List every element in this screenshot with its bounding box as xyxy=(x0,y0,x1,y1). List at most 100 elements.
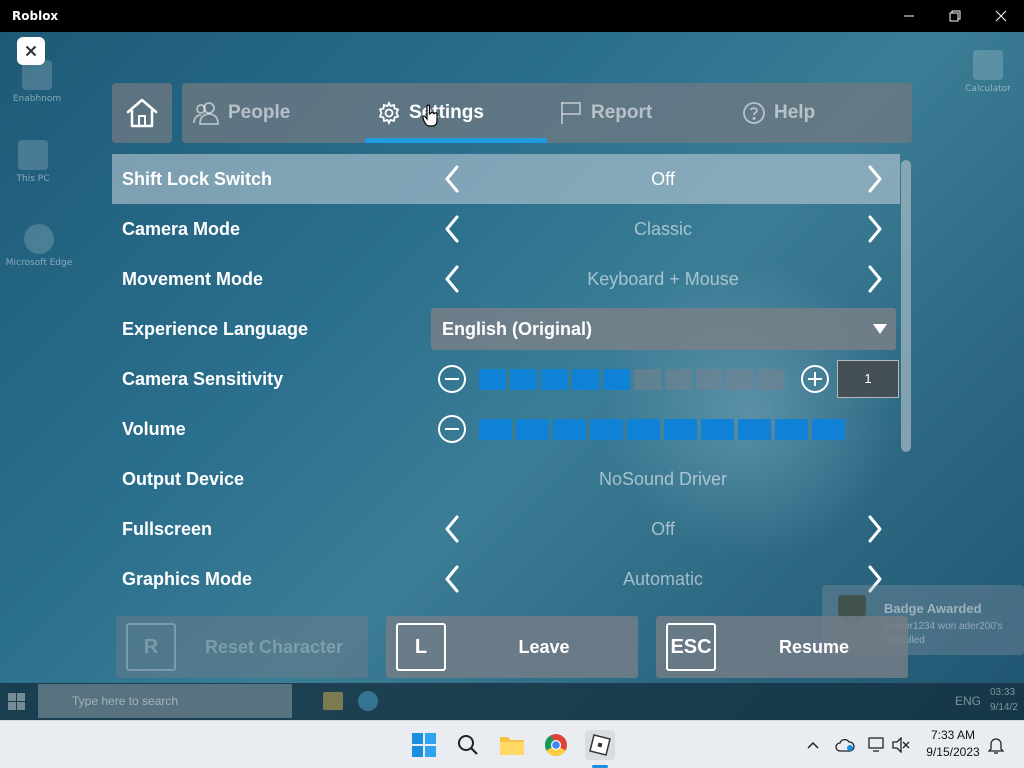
chevron-right-icon xyxy=(868,215,882,243)
slider-step[interactable] xyxy=(812,419,845,440)
notifications-button[interactable] xyxy=(986,735,1006,755)
show-hidden-icons-button[interactable] xyxy=(803,735,823,755)
speaker-muted-icon xyxy=(892,737,910,753)
slider-step[interactable] xyxy=(738,419,771,440)
setting-row-shift-lock[interactable]: Shift Lock Switch Off xyxy=(112,154,900,204)
windows-start-icon xyxy=(8,693,25,710)
caret-down-icon xyxy=(873,324,887,334)
setting-label: Movement Mode xyxy=(122,269,264,289)
folder-icon xyxy=(323,692,343,710)
setting-row-volume: Volume xyxy=(112,404,900,454)
settings-scrollbar[interactable] xyxy=(901,160,911,452)
slider-step[interactable] xyxy=(627,419,660,440)
setting-label: Volume xyxy=(122,419,186,439)
slider-step[interactable] xyxy=(572,369,599,390)
language-dropdown[interactable]: English (Original) xyxy=(431,308,896,350)
desktop-icon: Enabhnom xyxy=(2,60,72,104)
setting-value: Classic xyxy=(633,219,692,239)
slider-step[interactable] xyxy=(479,369,506,390)
close-icon xyxy=(995,10,1007,22)
increase-button[interactable] xyxy=(800,364,830,394)
clock-date: 9/15/2023 xyxy=(926,745,980,759)
slider-step[interactable] xyxy=(701,419,734,440)
desktop-icon: Calculator xyxy=(953,50,1023,94)
setting-row-movement-mode[interactable]: Movement Mode Keyboard + Mouse xyxy=(112,254,900,304)
inner-clock-date: 9/14/2 xyxy=(990,702,1018,713)
tab-help[interactable]: Help xyxy=(742,83,815,143)
setting-row-output-device: Output Device NoSound Driver xyxy=(112,454,900,504)
home-button[interactable] xyxy=(112,83,172,143)
slider-step[interactable] xyxy=(553,419,586,440)
system-clock[interactable]: 7:33 AM 9/15/2023 xyxy=(918,727,988,761)
slider-step[interactable] xyxy=(510,369,537,390)
cloud-icon xyxy=(835,738,855,752)
menu-tab-bar: People Settings Report Help xyxy=(182,83,912,143)
reset-character-button[interactable]: R Reset Character xyxy=(116,616,368,678)
setting-value: Off xyxy=(651,169,675,189)
slider-step[interactable] xyxy=(696,369,723,390)
start-button[interactable] xyxy=(409,730,439,760)
button-label: Leave xyxy=(518,637,570,657)
onedrive-button[interactable] xyxy=(835,735,855,755)
file-explorer-button[interactable] xyxy=(497,730,527,760)
setting-label: Output Device xyxy=(122,469,245,489)
slider-step[interactable] xyxy=(758,369,785,390)
button-label: Reset Character xyxy=(204,637,344,657)
slider-step[interactable] xyxy=(479,419,512,440)
hand-cursor-icon xyxy=(422,104,438,127)
roblox-icon xyxy=(589,734,611,756)
close-window-button[interactable] xyxy=(978,0,1024,32)
key-hint: ESC xyxy=(666,623,716,671)
roblox-taskbar-button[interactable] xyxy=(585,730,615,760)
chevron-right-icon xyxy=(868,265,882,293)
close-menu-button[interactable] xyxy=(17,37,45,65)
setting-row-camera-mode[interactable]: Camera Mode Classic xyxy=(112,204,900,254)
inner-search-box: Type here to search xyxy=(38,684,292,718)
setting-row-language: Experience Language English (Original) xyxy=(112,304,900,354)
slider-step[interactable] xyxy=(603,369,630,390)
tab-report[interactable]: Report xyxy=(559,83,652,143)
slider-step[interactable] xyxy=(541,369,568,390)
minimize-button[interactable] xyxy=(886,0,932,32)
slider-step[interactable] xyxy=(634,369,661,390)
close-icon xyxy=(25,45,37,57)
slider-step[interactable] xyxy=(664,419,697,440)
network-button[interactable] xyxy=(867,735,887,755)
chevron-right-icon xyxy=(868,165,882,193)
tab-label: Help xyxy=(774,102,816,123)
tab-people[interactable]: People xyxy=(192,83,290,143)
resume-button[interactable]: ESC Resume xyxy=(656,616,908,678)
restore-button[interactable] xyxy=(932,0,978,32)
slider-step[interactable] xyxy=(665,369,692,390)
desktop-icon-label: Calculator xyxy=(965,84,1011,94)
slider-step[interactable] xyxy=(775,419,808,440)
chrome-button[interactable] xyxy=(541,730,571,760)
taskbar: 7:33 AM 9/15/2023 xyxy=(0,720,1024,768)
setting-row-camera-sensitivity: Camera Sensitivity 1 xyxy=(112,354,900,404)
edge-icon xyxy=(358,691,378,711)
setting-value: Keyboard + Mouse xyxy=(587,269,739,289)
sensitivity-value-input[interactable]: 1 xyxy=(837,360,899,398)
key-hint: R xyxy=(126,623,176,671)
next-option-button[interactable] xyxy=(860,264,890,294)
setting-row-fullscreen[interactable]: Fullscreen Off xyxy=(112,504,900,554)
next-option-button[interactable] xyxy=(860,164,890,194)
search-button[interactable] xyxy=(453,730,483,760)
setting-row-graphics-mode[interactable]: Graphics Mode Automatic xyxy=(112,554,900,604)
next-option-button[interactable] xyxy=(860,214,890,244)
setting-value: NoSound Driver xyxy=(598,469,728,489)
decrease-button[interactable] xyxy=(437,364,467,394)
bell-icon xyxy=(988,738,1004,754)
people-icon xyxy=(193,102,219,125)
next-option-button[interactable] xyxy=(860,514,890,544)
windows-start-icon xyxy=(412,733,436,757)
volume-button[interactable] xyxy=(891,735,911,755)
slider-step[interactable] xyxy=(590,419,623,440)
slider-step[interactable] xyxy=(516,419,549,440)
leave-button[interactable]: L Leave xyxy=(386,616,638,678)
slider-step[interactable] xyxy=(727,369,754,390)
decrease-button[interactable] xyxy=(437,414,467,444)
setting-label: Camera Mode xyxy=(122,219,241,239)
desktop-icon-label: This PC xyxy=(16,174,50,184)
setting-label: Fullscreen xyxy=(122,519,213,539)
